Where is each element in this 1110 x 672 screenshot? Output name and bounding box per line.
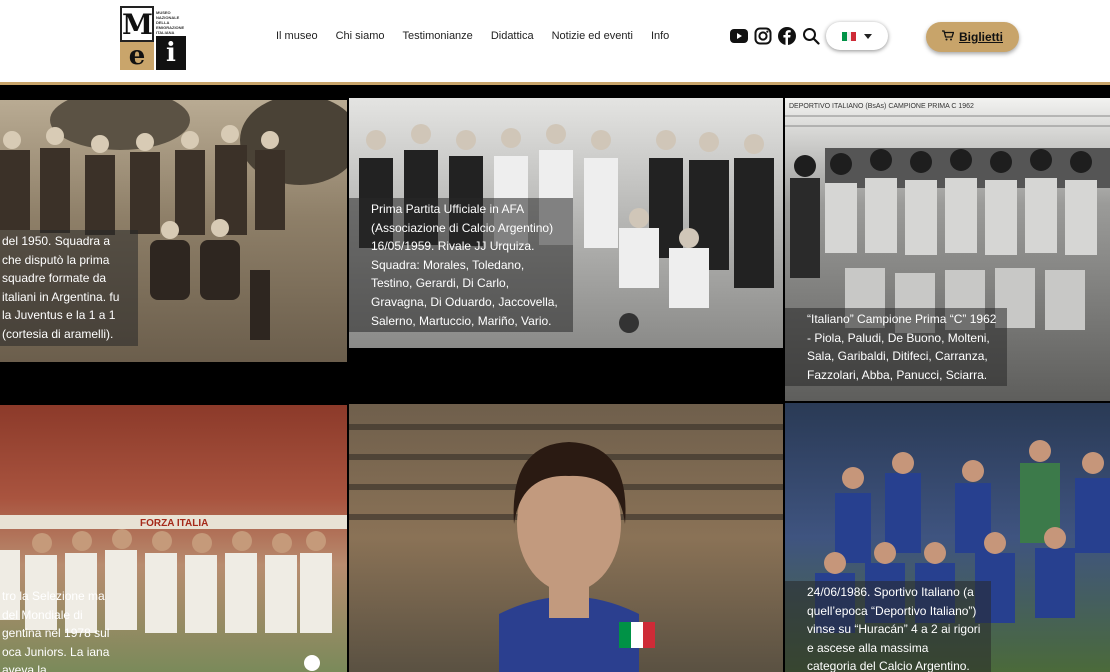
caption-selezione-1978: tro la Selezione ma del Mondiale di gent… bbox=[2, 589, 110, 672]
nav-item-il-museo[interactable]: Il museo bbox=[276, 30, 318, 42]
museum-logo[interactable]: M e i MUSEO NAZIONALE DELLA EMIGRAZIONE … bbox=[120, 6, 186, 70]
social-links bbox=[730, 27, 820, 45]
nav-item-info[interactable]: Info bbox=[651, 30, 669, 42]
chevron-down-icon bbox=[864, 33, 872, 39]
nav-item-didattica[interactable]: Didattica bbox=[491, 30, 534, 42]
photo-gallery: del 1950. Squadra a che disputò la prima… bbox=[0, 0, 1110, 672]
photo-player-portrait[interactable] bbox=[349, 404, 783, 672]
nav-item-notizie-ed-eventi[interactable]: Notizie ed eventi bbox=[552, 30, 633, 42]
main-nav: Il museo Chi siamo Testimonianze Didatti… bbox=[276, 30, 669, 42]
logo-letter-e: e bbox=[120, 42, 154, 70]
photo-selezione-1978[interactable]: FORZA ITALIA tro la Selezione ma del Mon… bbox=[0, 405, 347, 672]
language-selector[interactable] bbox=[826, 22, 888, 50]
logo-tagline: MUSEO NAZIONALE DELLA EMIGRAZIONE ITALIA… bbox=[156, 10, 185, 35]
italy-flag-icon bbox=[842, 31, 857, 41]
facebook-icon[interactable] bbox=[778, 27, 796, 45]
nav-item-testimonianze[interactable]: Testimonianze bbox=[402, 30, 472, 42]
site-header: M e i MUSEO NAZIONALE DELLA EMIGRAZIONE … bbox=[0, 0, 1110, 85]
italy-crest-icon bbox=[619, 622, 655, 648]
caption-team-1950: del 1950. Squadra a che disputò la prima… bbox=[0, 230, 138, 346]
search-icon[interactable] bbox=[802, 27, 820, 45]
youtube-icon[interactable] bbox=[730, 27, 748, 45]
logo-letter-m: M bbox=[120, 6, 154, 42]
flag-stripe-red bbox=[851, 31, 857, 41]
nav-item-chi-siamo[interactable]: Chi siamo bbox=[336, 30, 385, 42]
photo-header-text: DEPORTIVO ITALIANO (BsAs) CAMPIONE PRIMA… bbox=[789, 103, 974, 110]
caption-huracan-1986: 24/06/1986. Sportivo Italiano (a quell’e… bbox=[785, 581, 991, 672]
photo-huracan-1986[interactable]: 24/06/1986. Sportivo Italiano (a quell’e… bbox=[785, 403, 1110, 672]
tickets-label: Biglietti bbox=[959, 30, 1003, 44]
photo-afa-1959[interactable]: Prima Partita Ufficiale in AFA (Associaz… bbox=[349, 98, 783, 348]
photo-player-portrait-image bbox=[349, 404, 783, 672]
caption-campione-1962: “Italiano” Campione Prima “C” 1962 - Pio… bbox=[785, 308, 1007, 387]
cart-icon bbox=[942, 30, 955, 44]
photo-banner-text: FORZA ITALIA bbox=[140, 518, 208, 529]
photo-campione-1962[interactable]: DEPORTIVO ITALIANO (BsAs) CAMPIONE PRIMA… bbox=[785, 98, 1110, 401]
caption-afa-1959: Prima Partita Ufficiale in AFA (Associaz… bbox=[349, 198, 573, 333]
tickets-button[interactable]: Biglietti bbox=[926, 22, 1019, 52]
photo-team-1950[interactable]: del 1950. Squadra a che disputò la prima… bbox=[0, 100, 347, 362]
instagram-icon[interactable] bbox=[754, 27, 772, 45]
logo-letter-i: i bbox=[156, 36, 186, 70]
